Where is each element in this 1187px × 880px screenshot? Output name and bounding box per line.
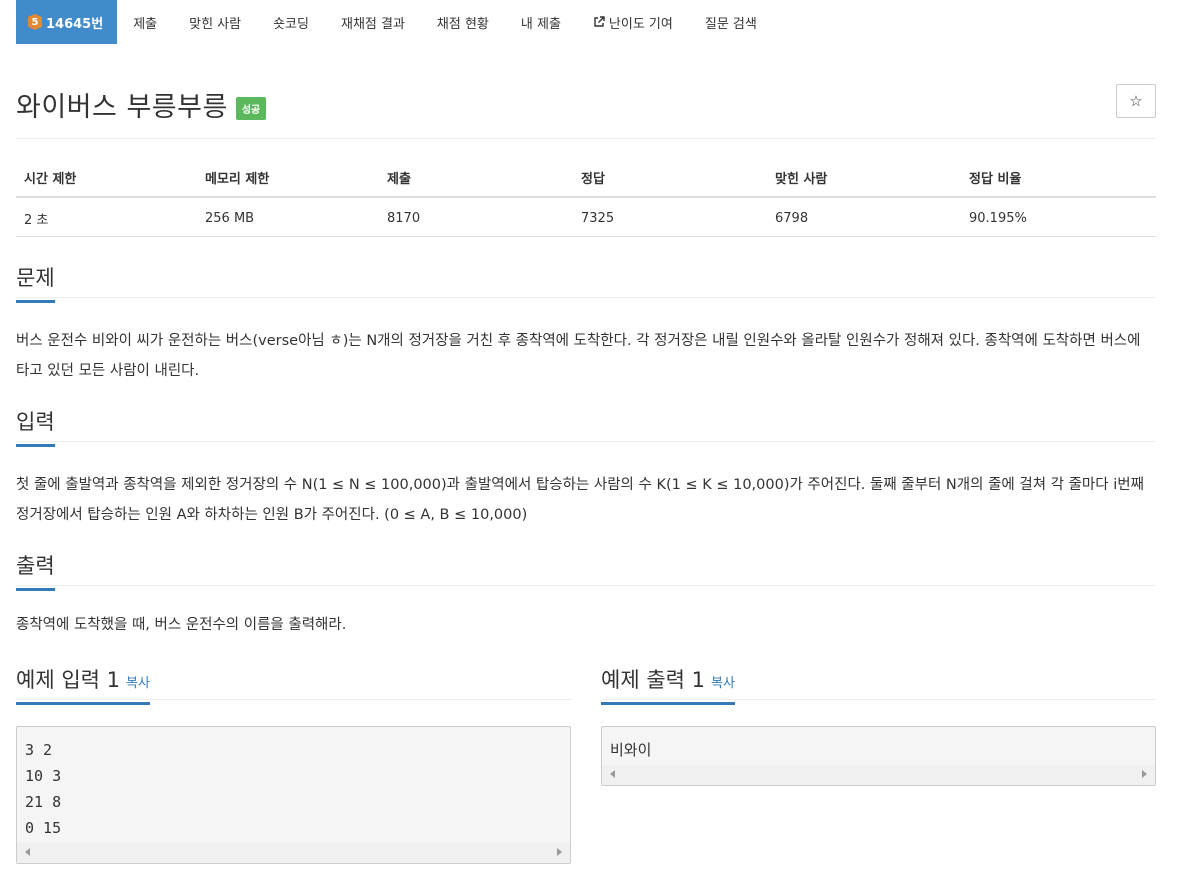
horizontal-scrollbar[interactable]: [602, 765, 1155, 785]
section-title: 입력: [16, 406, 55, 447]
problem-title: 와이버스 부릉부릉: [16, 91, 228, 123]
nav-tab-difficulty[interactable]: 난이도 기여: [577, 0, 689, 44]
sample-output-content: 비와이: [610, 741, 652, 759]
info-value-time-limit: 2 초: [16, 197, 197, 237]
sample-output-box[interactable]: 비와이: [601, 726, 1156, 786]
nav-tab-problem[interactable]: 5 14645번: [16, 0, 118, 44]
input-text: 첫 줄에 출발역과 종착역을 제외한 정거장의 수 N(1 ≤ N ≤ 100,…: [16, 477, 1144, 523]
section-divider: [16, 441, 1156, 442]
info-header: 시간 제한: [16, 160, 197, 198]
section-header: 출력: [16, 550, 1156, 591]
section-title: 출력: [16, 550, 55, 591]
section-output: 출력 종착역에 도착했을 때, 버스 운전수의 이름을 출력해라.: [16, 550, 1156, 640]
nav-tab-solved-users[interactable]: 맞힌 사람: [173, 0, 257, 44]
nav-tab-status-label: 채점 현황: [436, 16, 489, 32]
section-description: 문제 버스 운전수 비와이 씨가 운전하는 버스(verse아님 ㅎ)는 N개의…: [16, 262, 1156, 386]
nav-tab-questions-label: 질문 검색: [704, 16, 757, 32]
section-header: 예제 입력 1 복사: [16, 664, 571, 705]
description-text: 버스 운전수 비와이 씨가 운전하는 버스(verse아님 ㅎ)는 N개의 정거…: [16, 333, 1141, 379]
info-value-accepted: 7325: [573, 197, 767, 237]
info-header: 정답 비율: [961, 160, 1156, 198]
nav-tab-questions[interactable]: 질문 검색: [689, 0, 773, 44]
info-header-row: 시간 제한 메모리 제한 제출 정답 맞힌 사람 정답 비율: [16, 160, 1156, 198]
sample-input-title: 예제 입력 1: [16, 668, 120, 692]
section-divider: [16, 585, 1156, 586]
section-title: 예제 입력 1 복사: [16, 664, 150, 705]
nav-tab-rejudge-label: 재채점 결과: [340, 16, 405, 32]
info-header: 정답: [573, 160, 767, 198]
nav-tab-problem-label: 14645번: [46, 16, 104, 32]
info-header: 메모리 제한: [197, 160, 379, 198]
scroll-right-icon[interactable]: [1142, 770, 1147, 778]
section-title: 예제 출력 1 복사: [601, 664, 735, 705]
sample-output-panel: 예제 출력 1 복사 비와이: [601, 664, 1156, 786]
nav-tab-submit[interactable]: 제출: [117, 0, 173, 44]
section-header: 예제 출력 1 복사: [601, 664, 1156, 705]
tier-icon: 5: [28, 14, 42, 30]
sample-input-box[interactable]: 3 2 10 3 21 8 0 15: [16, 726, 571, 864]
horizontal-scrollbar[interactable]: [17, 843, 570, 863]
nav-tab-status[interactable]: 채점 현황: [421, 0, 505, 44]
info-value-memory-limit: 256 MB: [197, 197, 379, 237]
title-divider: [16, 138, 1156, 139]
scroll-left-icon[interactable]: [25, 848, 30, 856]
section-header: 문제: [16, 262, 1156, 303]
nav-tab-difficulty-label: 난이도 기여: [608, 16, 673, 32]
scroll-left-icon[interactable]: [610, 770, 615, 778]
section-title: 문제: [16, 262, 55, 303]
info-value-ratio: 90.195%: [961, 197, 1156, 237]
copy-sample-input-button[interactable]: 복사: [126, 676, 150, 691]
info-header: 제출: [379, 160, 573, 198]
nav-tab-my-submissions-label: 내 제출: [520, 16, 561, 32]
problem-info-table: 시간 제한 메모리 제한 제출 정답 맞힌 사람 정답 비율 2 초 256 M…: [16, 160, 1156, 237]
external-link-icon: [594, 16, 605, 27]
copy-sample-output-button[interactable]: 복사: [711, 676, 735, 691]
scroll-right-icon[interactable]: [557, 848, 562, 856]
nav-tab-short-coding-label: 숏코딩: [273, 16, 309, 32]
section-header: 입력: [16, 406, 1156, 447]
nav-tab-short-coding[interactable]: 숏코딩: [257, 0, 325, 44]
section-divider: [16, 297, 1156, 298]
favorite-button[interactable]: ☆: [1116, 84, 1156, 118]
sample-input-content: 3 2 10 3 21 8 0 15: [25, 741, 62, 837]
problem-title-row: 와이버스 부릉부릉 성공 ☆: [16, 84, 1156, 124]
info-header: 맞힌 사람: [767, 160, 961, 198]
star-icon: ☆: [1129, 92, 1143, 110]
nav-tab-solved-users-label: 맞힌 사람: [189, 16, 242, 32]
sample-input-panel: 예제 입력 1 복사 3 2 10 3 21 8 0 15: [16, 664, 571, 864]
problem-nav: 5 14645번 제출 맞힌 사람 숏코딩 재채점 결과 채점 현황 내 제출 …: [16, 0, 773, 44]
nav-tab-my-submissions[interactable]: 내 제출: [505, 0, 577, 44]
nav-tab-submit-label: 제출: [133, 16, 158, 32]
nav-tab-rejudge[interactable]: 재채점 결과: [325, 0, 421, 44]
output-text: 종착역에 도착했을 때, 버스 운전수의 이름을 출력해라.: [16, 617, 347, 633]
info-value-submissions: 8170: [379, 197, 573, 237]
status-badge: 성공: [235, 96, 267, 120]
section-input: 입력 첫 줄에 출발역과 종착역을 제외한 정거장의 수 N(1 ≤ N ≤ 1…: [16, 406, 1156, 530]
info-value-solved-users: 6798: [767, 197, 961, 237]
sample-output-title: 예제 출력 1: [601, 668, 705, 692]
info-value-row: 2 초 256 MB 8170 7325 6798 90.195%: [16, 197, 1156, 237]
